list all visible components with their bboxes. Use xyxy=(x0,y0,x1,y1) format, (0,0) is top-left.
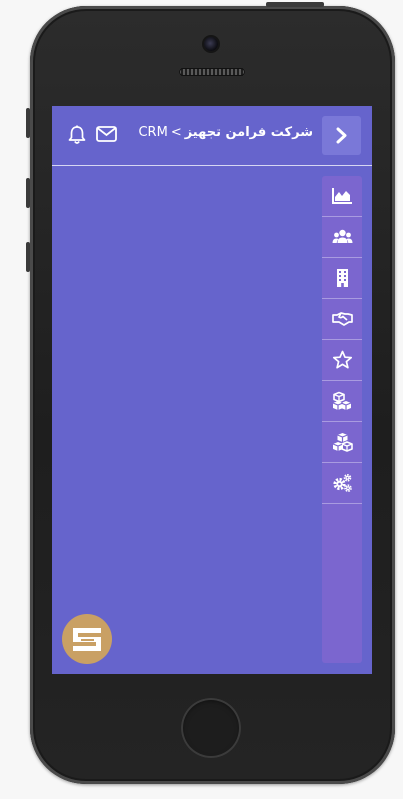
handshake-icon xyxy=(332,312,353,326)
sidebar-item-customers[interactable] xyxy=(322,217,362,258)
top-power-button xyxy=(266,2,324,7)
breadcrumb-company: شرکت فرامن تجهیز xyxy=(184,125,313,140)
star-icon xyxy=(332,350,353,369)
camera xyxy=(204,37,218,51)
back-button[interactable] xyxy=(322,116,361,155)
sidebar-menu xyxy=(322,176,362,663)
cubes-alt-icon xyxy=(332,433,353,452)
breadcrumb-separator: > xyxy=(170,125,182,140)
sidebar-item-settings[interactable] xyxy=(322,463,362,504)
home-button[interactable] xyxy=(181,698,241,758)
sidebar-item-reports[interactable] xyxy=(322,176,362,217)
side-button-volume-down xyxy=(26,242,30,272)
envelope-icon[interactable] xyxy=(96,126,117,146)
side-button-volume-up xyxy=(26,178,30,208)
cogs-icon xyxy=(333,474,352,492)
speaker-grille xyxy=(179,68,245,76)
sidebar-item-products[interactable] xyxy=(322,381,362,422)
users-icon xyxy=(332,229,353,243)
breadcrumb-app: CRM xyxy=(138,125,168,140)
sidebar-item-favorites[interactable] xyxy=(322,340,362,381)
app-screen: شرکت فرامن تجهیز>CRM xyxy=(52,106,372,674)
sidebar-item-companies[interactable] xyxy=(322,258,362,299)
breadcrumb: شرکت فرامن تجهیز>CRM xyxy=(138,125,313,140)
logo-mark-icon xyxy=(73,628,101,651)
sidebar-item-inventory[interactable] xyxy=(322,422,362,463)
app-header: شرکت فرامن تجهیز>CRM xyxy=(52,106,372,166)
building-icon xyxy=(337,269,348,287)
brand-logo[interactable] xyxy=(62,614,112,664)
chevron-right-icon xyxy=(336,127,347,144)
sidebar-item-deals[interactable] xyxy=(322,299,362,340)
side-button-mute xyxy=(26,108,30,138)
cubes-icon xyxy=(332,391,352,410)
area-chart-icon xyxy=(332,188,352,204)
bell-icon[interactable] xyxy=(68,125,86,149)
